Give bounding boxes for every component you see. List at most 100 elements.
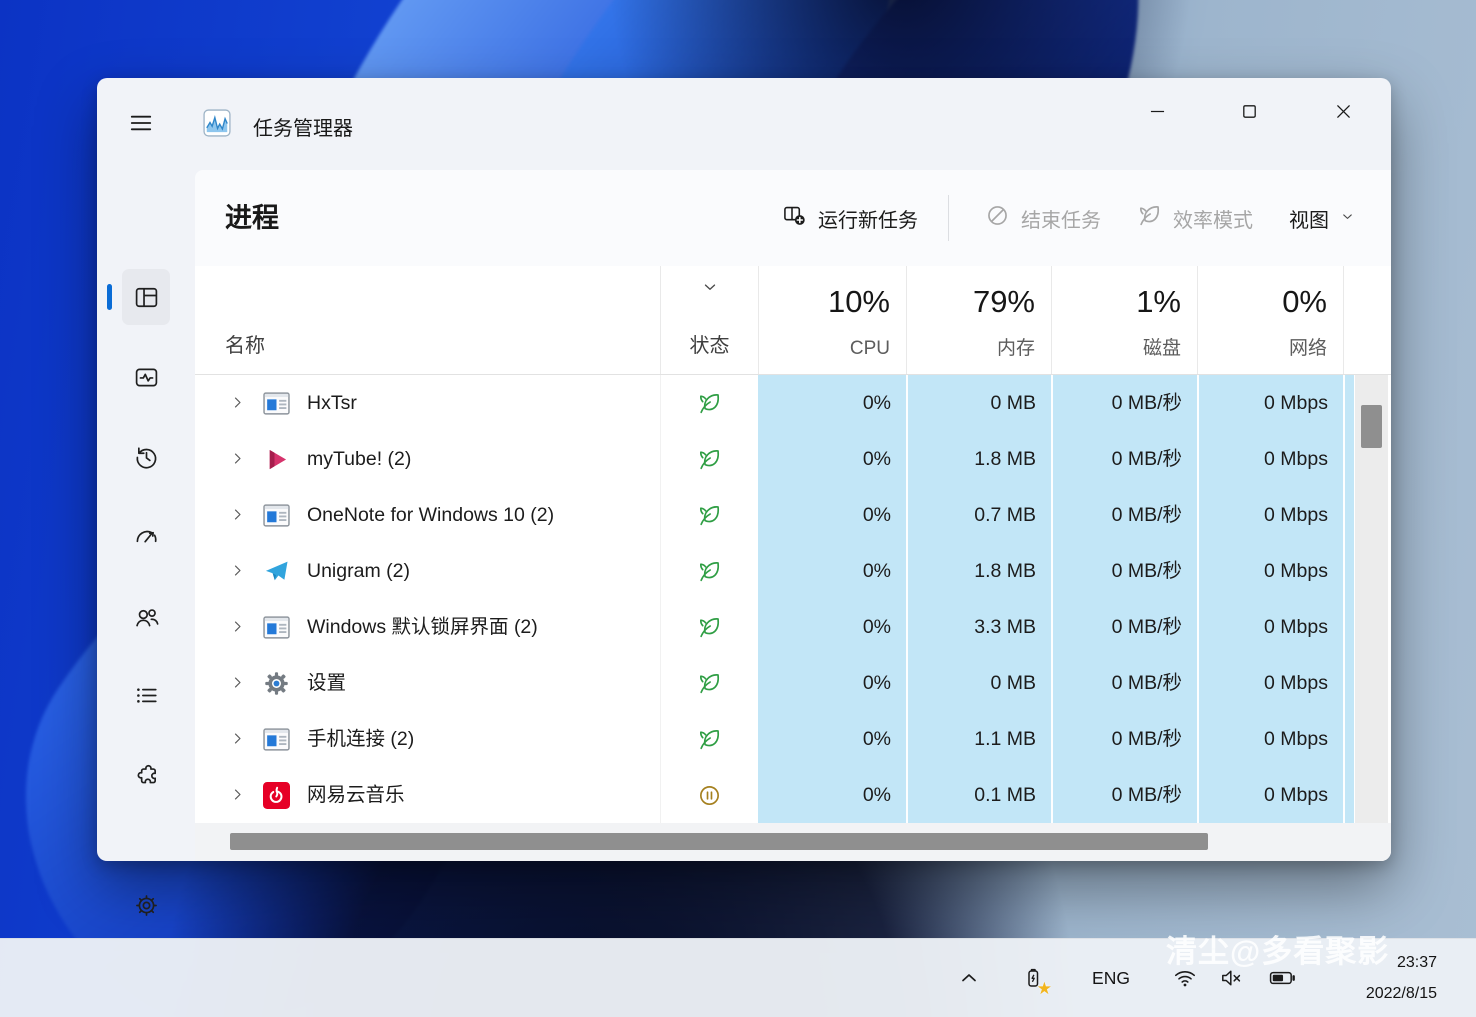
end-task-button[interactable]: 结束任务	[985, 203, 1101, 234]
telegram-app-icon	[263, 558, 290, 585]
process-name: 手机连接 (2)	[307, 711, 414, 767]
sidebar-item-settings[interactable]	[122, 879, 170, 931]
column-header-disk[interactable]: 1% 磁盘	[1051, 266, 1197, 374]
disk-cell: 0 MB/秒	[1051, 375, 1197, 431]
process-row[interactable]: Unigram (2) 0% 1.8 MB 0 MB/秒 0 Mbps	[195, 543, 1391, 599]
sidebar-item-services[interactable]	[122, 750, 170, 802]
network-cell: 0 Mbps	[1197, 431, 1343, 487]
sidebar-item-startup-apps[interactable]	[122, 511, 170, 563]
network-cell: 0 Mbps	[1197, 375, 1343, 431]
window-app-app-icon	[263, 726, 290, 753]
expand-chevron-icon[interactable]	[229, 786, 247, 804]
vertical-scrollbar-thumb[interactable]	[1361, 405, 1382, 448]
process-row[interactable]: myTube! (2) 0% 1.8 MB 0 MB/秒 0 Mbps	[195, 431, 1391, 487]
heat-sliver	[1343, 543, 1354, 599]
run-new-task-icon	[782, 203, 807, 234]
expand-chevron-icon[interactable]	[229, 450, 247, 468]
heat-sliver	[1343, 655, 1354, 711]
sidebar-item-details[interactable]	[122, 669, 170, 721]
column-header-status[interactable]: 状态	[660, 266, 758, 374]
efficiency-leaf-icon	[660, 711, 758, 767]
cpu-cell: 0%	[758, 655, 906, 711]
run-new-task-label: 运行新任务	[818, 204, 918, 233]
cpu-total-pct: 10%	[828, 284, 890, 320]
end-task-icon	[985, 203, 1010, 234]
column-header-name[interactable]: 名称	[195, 266, 660, 374]
sidebar-item-processes[interactable]	[122, 269, 170, 325]
minimize-button[interactable]	[1133, 92, 1181, 130]
expand-chevron-icon[interactable]	[229, 394, 247, 412]
expand-chevron-icon[interactable]	[229, 618, 247, 636]
process-row[interactable]: Windows 默认锁屏界面 (2) 0% 3.3 MB 0 MB/秒 0 Mb…	[195, 599, 1391, 655]
process-name: Windows 默认锁屏界面 (2)	[307, 599, 538, 655]
network-cell: 0 Mbps	[1197, 767, 1343, 823]
suspended-pause-icon	[660, 767, 758, 823]
cpu-cell: 0%	[758, 767, 906, 823]
process-name: HxTsr	[307, 375, 357, 431]
view-label: 视图	[1289, 204, 1329, 233]
memory-cell: 1.8 MB	[906, 543, 1051, 599]
disk-cell: 0 MB/秒	[1051, 487, 1197, 543]
memory-cell: 1.8 MB	[906, 431, 1051, 487]
window-app-app-icon	[263, 390, 290, 417]
heat-sliver	[1343, 431, 1354, 487]
netease-app-icon	[263, 782, 290, 809]
window-title: 任务管理器	[253, 112, 353, 141]
memory-cell: 1.1 MB	[906, 711, 1051, 767]
expand-chevron-icon[interactable]	[229, 506, 247, 524]
maximize-button[interactable]	[1225, 92, 1273, 130]
toolbar-divider	[948, 195, 949, 241]
efficiency-leaf-icon	[660, 655, 758, 711]
cpu-cell: 0%	[758, 543, 906, 599]
language-indicator[interactable]: ENG	[1082, 957, 1140, 999]
expand-chevron-icon[interactable]	[229, 730, 247, 748]
vertical-scrollbar[interactable]	[1355, 375, 1388, 825]
gear-app-app-icon	[263, 670, 290, 697]
column-header-network[interactable]: 0% 网络	[1197, 266, 1343, 374]
cpu-cell: 0%	[758, 711, 906, 767]
show-hidden-icons-button[interactable]	[948, 957, 990, 999]
process-name: 网易云音乐	[307, 767, 405, 823]
disk-header-label: 磁盘	[1143, 333, 1181, 360]
process-row[interactable]: HxTsr 0% 0 MB 0 MB/秒 0 Mbps	[195, 375, 1391, 431]
network-cell: 0 Mbps	[1197, 543, 1343, 599]
name-header-label: 名称	[225, 329, 265, 358]
expand-chevron-icon[interactable]	[229, 562, 247, 580]
process-row[interactable]: 手机连接 (2) 0% 1.1 MB 0 MB/秒 0 Mbps	[195, 711, 1391, 767]
titlebar[interactable]: 任务管理器	[97, 78, 1391, 170]
column-header-spacer	[1343, 266, 1391, 374]
sidebar-item-app-history[interactable]	[122, 431, 170, 483]
network-cell: 0 Mbps	[1197, 711, 1343, 767]
performance-icon	[133, 364, 160, 391]
close-button[interactable]	[1319, 92, 1367, 130]
efficiency-leaf-icon	[660, 431, 758, 487]
expand-chevron-icon[interactable]	[229, 674, 247, 692]
content-card: 进程 运行新任务 结束任务	[195, 170, 1391, 861]
horizontal-scrollbar[interactable]	[195, 823, 1391, 861]
heat-sliver	[1343, 599, 1354, 655]
watermark-text: 清尘@多看聚影	[1166, 926, 1389, 971]
run-new-task-button[interactable]: 运行新任务	[782, 203, 918, 234]
view-button[interactable]: 视图	[1289, 204, 1355, 233]
horizontal-scrollbar-thumb[interactable]	[230, 833, 1208, 850]
efficiency-mode-label: 效率模式	[1173, 204, 1253, 233]
heat-sliver	[1343, 487, 1354, 543]
process-row[interactable]: 设置 0% 0 MB 0 MB/秒 0 Mbps	[195, 655, 1391, 711]
gear-icon	[133, 892, 160, 919]
memory-cell: 3.3 MB	[906, 599, 1051, 655]
column-header-cpu[interactable]: 10% CPU	[758, 266, 906, 374]
window-app-app-icon	[263, 614, 290, 641]
process-row[interactable]: OneNote for Windows 10 (2) 0% 0.7 MB 0 M…	[195, 487, 1391, 543]
sidebar-item-performance[interactable]	[122, 351, 170, 403]
toolbar: 运行新任务 结束任务 效率模式 视图	[746, 170, 1355, 266]
status-header-label: 状态	[661, 329, 758, 358]
efficiency-mode-button[interactable]: 效率模式	[1137, 203, 1253, 234]
sidebar-item-users[interactable]	[122, 591, 170, 643]
memory-header-label: 内存	[997, 333, 1035, 360]
column-header-memory[interactable]: 79% 内存	[906, 266, 1051, 374]
process-row[interactable]: 网易云音乐 0% 0.1 MB 0 MB/秒 0 Mbps	[195, 767, 1391, 823]
cpu-cell: 0%	[758, 431, 906, 487]
pen-battery-icon[interactable]: ★	[1012, 957, 1054, 999]
hamburger-menu-button[interactable]	[123, 110, 163, 140]
clock-date: 2022/8/15	[1366, 978, 1437, 1009]
